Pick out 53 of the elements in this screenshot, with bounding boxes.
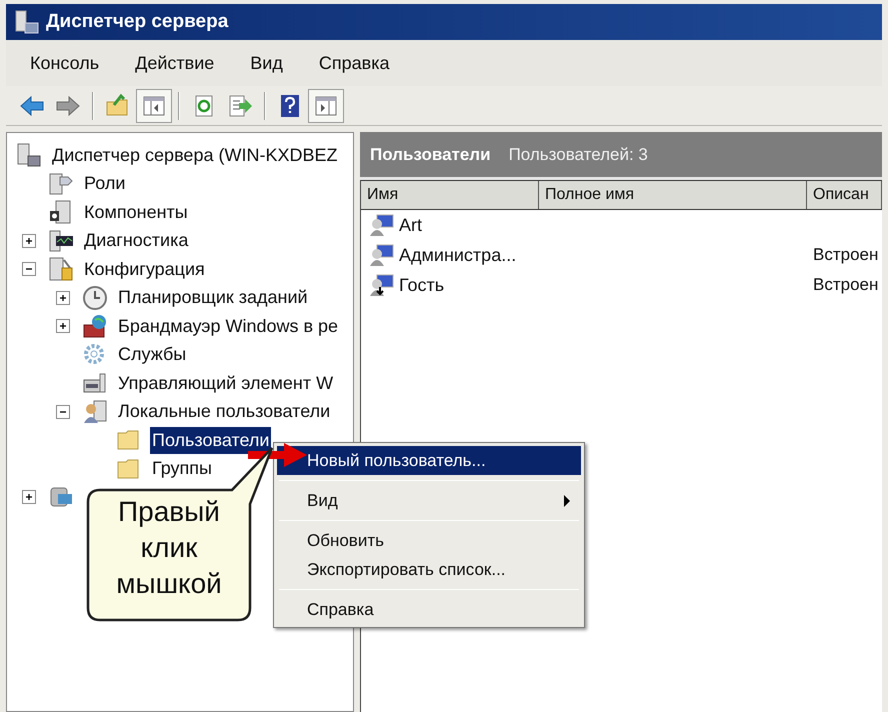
tree-item[interactable]: Планировщик заданий bbox=[116, 284, 310, 312]
expand-icon[interactable] bbox=[56, 290, 70, 305]
collapse-icon[interactable] bbox=[56, 404, 70, 419]
expand-icon[interactable] bbox=[22, 490, 36, 504]
window-title: Диспетчер сервера bbox=[46, 10, 228, 34]
firewall-icon bbox=[82, 313, 108, 340]
menu-option[interactable]: Справка bbox=[277, 595, 581, 624]
user-name[interactable]: Art bbox=[399, 212, 422, 238]
tree-item[interactable]: Конфигурация bbox=[82, 256, 207, 283]
callout-text: Правый клик мышкой bbox=[115, 495, 223, 601]
user-icon bbox=[369, 272, 395, 298]
tree-item[interactable]: Группы bbox=[150, 455, 214, 482]
column-header[interactable]: Описан bbox=[807, 181, 882, 209]
menu-option[interactable]: Новый пользователь... bbox=[277, 446, 581, 475]
menu-option[interactable]: Обновить bbox=[277, 526, 581, 555]
roles-icon bbox=[48, 170, 74, 197]
monitor-chart-icon bbox=[48, 228, 74, 254]
menu-option[interactable]: Экспортировать список... bbox=[277, 555, 581, 584]
user-name[interactable]: Администра... bbox=[399, 242, 516, 268]
menu-item[interactable]: Вид bbox=[244, 50, 289, 76]
server-icon bbox=[14, 9, 40, 35]
export-list-icon bbox=[227, 92, 253, 118]
tree-item[interactable]: Диагностика bbox=[82, 227, 190, 254]
user-description: Встроен bbox=[812, 274, 878, 296]
user-description: Встроен bbox=[812, 244, 878, 266]
menu-item[interactable]: Консоль bbox=[24, 50, 106, 76]
user-icon bbox=[369, 242, 395, 268]
config-icon bbox=[48, 256, 74, 282]
toolbar-button[interactable] bbox=[136, 88, 172, 122]
tree-item[interactable]: Компоненты bbox=[82, 198, 190, 226]
tree-item[interactable]: Диспетчер сервера (WIN-KXDBEZ bbox=[50, 142, 340, 169]
menu-item[interactable]: Действие bbox=[129, 50, 220, 76]
tree-item[interactable]: Службы bbox=[116, 341, 188, 368]
expand-icon[interactable] bbox=[56, 319, 70, 334]
tree-item[interactable]: Роли bbox=[82, 170, 128, 198]
tree-item[interactable]: Управляющий элемент W bbox=[116, 370, 336, 397]
toolbar-button[interactable] bbox=[308, 88, 344, 122]
details-title: Пользователи bbox=[370, 144, 491, 166]
clock-icon bbox=[82, 284, 108, 311]
expand-icon[interactable] bbox=[22, 234, 36, 248]
menu-option[interactable]: Вид bbox=[277, 486, 581, 515]
collapse-icon[interactable] bbox=[22, 262, 36, 276]
users-icon bbox=[82, 398, 108, 425]
user-name[interactable]: Гость bbox=[399, 272, 444, 298]
menu-item[interactable]: Справка bbox=[312, 50, 396, 76]
column-header[interactable]: Полное имя bbox=[539, 181, 807, 209]
user-icon bbox=[369, 212, 395, 238]
tree-item[interactable]: Брандмауэр Windows в ре bbox=[116, 312, 340, 340]
details-count: Пользователей: 3 bbox=[508, 144, 648, 166]
column-header[interactable]: Имя bbox=[361, 181, 539, 209]
tree-item[interactable]: Локальные пользователи bbox=[116, 398, 332, 426]
tree-item[interactable]: Пользователи bbox=[150, 426, 272, 454]
server-icon bbox=[16, 142, 42, 168]
